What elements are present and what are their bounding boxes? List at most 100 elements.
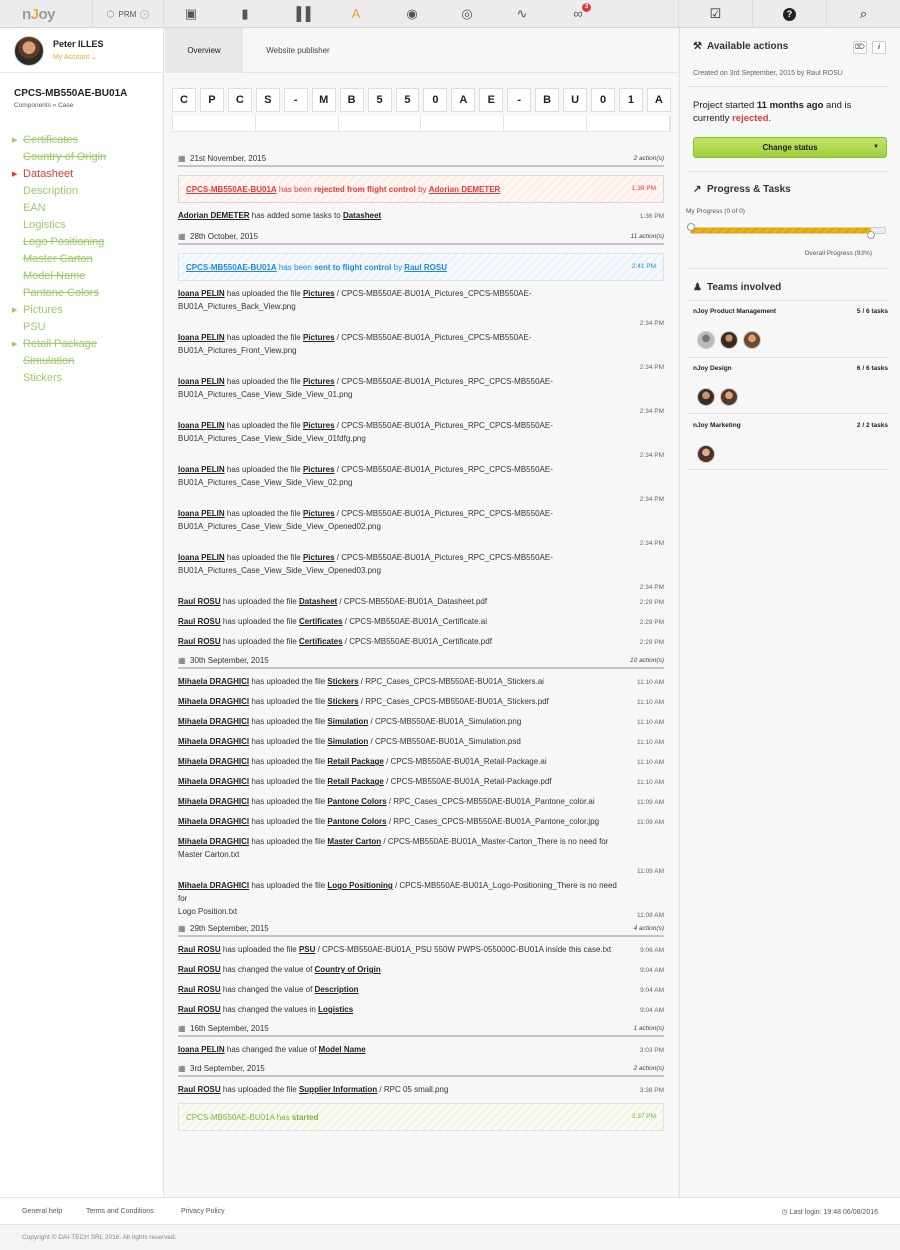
user-link[interactable]: Raul ROSU: [178, 965, 221, 974]
item-link[interactable]: Pictures: [303, 377, 335, 386]
item-link[interactable]: Pantone Colors: [327, 797, 386, 806]
member-avatar[interactable]: [697, 388, 715, 406]
info-icon[interactable]: i: [872, 41, 886, 54]
user-link[interactable]: Mihaela DRAGHICI: [178, 697, 249, 706]
project-link[interactable]: CPCS-MB550AE-BU01A: [186, 1113, 274, 1122]
nav-item-psu[interactable]: PSU: [10, 319, 160, 336]
nav-item-country-of-origin[interactable]: Country of Origin: [10, 149, 160, 166]
item-link[interactable]: Retail Package: [327, 777, 383, 786]
calendar-check-icon[interactable]: ☑: [678, 0, 752, 28]
tablet-icon[interactable]: ▮: [237, 6, 253, 22]
member-avatar[interactable]: [697, 445, 715, 463]
item-link[interactable]: Logo Positioning: [327, 881, 392, 890]
user-link[interactable]: Ioana PELIN: [178, 377, 225, 386]
item-link[interactable]: Stickers: [327, 697, 358, 706]
cube-icon[interactable]: ▣: [183, 6, 199, 22]
user-link[interactable]: Ioana PELIN: [178, 421, 225, 430]
nav-item-master-carton[interactable]: Master Carton: [10, 251, 160, 268]
expand-arrow-icon[interactable]: ▶: [12, 166, 17, 183]
link-icon[interactable]: ∞ 3: [570, 3, 591, 22]
user-link[interactable]: Ioana PELIN: [178, 553, 225, 562]
item-link[interactable]: Datasheet: [343, 211, 381, 220]
item-link[interactable]: Certificates: [299, 617, 343, 626]
item-link[interactable]: Description: [315, 985, 359, 994]
item-link[interactable]: Datasheet: [299, 597, 337, 606]
user-link[interactable]: Ioana PELIN: [178, 509, 225, 518]
nav-item-pictures[interactable]: ▶ Pictures: [10, 302, 160, 319]
terms-link[interactable]: Terms and Conditions: [86, 1208, 154, 1215]
item-link[interactable]: PSU: [299, 945, 315, 954]
item-link[interactable]: Master Carton: [327, 837, 381, 846]
nav-item-stickers[interactable]: Stickers: [10, 370, 160, 387]
user-link[interactable]: Raul ROSU: [404, 263, 447, 272]
item-link[interactable]: Pictures: [303, 509, 335, 518]
item-link[interactable]: Model Name: [319, 1045, 366, 1054]
item-link[interactable]: Stickers: [327, 677, 358, 686]
nav-item-retail-package[interactable]: ▶ Retail Package: [10, 336, 160, 353]
nav-item-datasheet[interactable]: ▶ Datasheet: [10, 166, 160, 183]
user-link[interactable]: Ioana PELIN: [178, 289, 225, 298]
user-link[interactable]: Mihaela DRAGHICI: [178, 837, 249, 846]
user-link[interactable]: Raul ROSU: [178, 617, 221, 626]
nav-item-logistics[interactable]: Logistics: [10, 217, 160, 234]
change-status-button[interactable]: Change status ▼: [693, 137, 887, 158]
user-link[interactable]: Adorian DEMETER: [178, 211, 250, 220]
expand-arrow-icon[interactable]: ▶: [12, 132, 17, 149]
privacy-link[interactable]: Privacy Policy: [181, 1208, 225, 1215]
avatar[interactable]: [14, 36, 44, 66]
expand-arrow-icon[interactable]: ▶: [12, 302, 17, 319]
user-link[interactable]: Raul ROSU: [178, 1085, 221, 1094]
user-link[interactable]: Raul ROSU: [178, 985, 221, 994]
user-link[interactable]: Raul ROSU: [178, 637, 221, 646]
user-link[interactable]: Ioana PELIN: [178, 333, 225, 342]
item-link[interactable]: Certificates: [299, 637, 343, 646]
project-link[interactable]: CPCS-MB550AE-BU01A: [186, 263, 277, 272]
user-link[interactable]: Raul ROSU: [178, 1005, 221, 1014]
user-link[interactable]: Ioana PELIN: [178, 1045, 225, 1054]
user-link[interactable]: Mihaela DRAGHICI: [178, 817, 249, 826]
expand-arrow-icon[interactable]: ▶: [12, 336, 17, 353]
item-link[interactable]: Simulation: [327, 717, 368, 726]
member-avatar[interactable]: [720, 331, 738, 349]
nav-item-description[interactable]: Description: [10, 183, 160, 200]
project-link[interactable]: CPCS-MB550AE-BU01A: [186, 185, 277, 194]
user-link[interactable]: Mihaela DRAGHICI: [178, 881, 249, 890]
user-link[interactable]: Adorian DEMETER: [429, 185, 501, 194]
my-account-link[interactable]: My Account ⌄: [53, 53, 97, 61]
item-link[interactable]: Pictures: [303, 553, 335, 562]
general-help-link[interactable]: General help: [22, 1208, 62, 1215]
user-link[interactable]: Ioana PELIN: [178, 465, 225, 474]
globe-icon[interactable]: ◎: [459, 6, 475, 22]
item-link[interactable]: Country of Origin: [315, 965, 381, 974]
help-icon[interactable]: ?: [752, 0, 826, 28]
item-link[interactable]: Pictures: [303, 465, 335, 474]
breadcrumb-components[interactable]: Components: [14, 102, 51, 109]
member-avatar[interactable]: [697, 331, 715, 349]
user-link[interactable]: Mihaela DRAGHICI: [178, 737, 249, 746]
user-link[interactable]: Raul ROSU: [178, 597, 221, 606]
item-link[interactable]: Logistics: [318, 1005, 353, 1014]
item-link[interactable]: Supplier Information: [299, 1085, 377, 1094]
broadcast-icon[interactable]: ◉: [404, 6, 420, 22]
member-avatar[interactable]: [743, 331, 761, 349]
nav-item-model-name[interactable]: Model Name: [10, 268, 160, 285]
nav-item-logo-positioning[interactable]: Logo Positioning: [10, 234, 160, 251]
item-link[interactable]: Simulation: [327, 737, 368, 746]
nav-item-certificates[interactable]: ▶ Certificates: [10, 132, 160, 149]
nav-item-simulation[interactable]: Simulation: [10, 353, 160, 370]
barcode-icon[interactable]: ▐▐: [292, 6, 310, 22]
font-icon[interactable]: A: [348, 6, 364, 22]
nav-item-pantone-colors[interactable]: Pantone Colors: [10, 285, 160, 302]
item-link[interactable]: Pictures: [303, 333, 335, 342]
search-icon[interactable]: ⌕: [826, 0, 900, 28]
tab-website-publisher[interactable]: Website publisher: [243, 28, 353, 73]
logo[interactable]: nJoy: [22, 6, 56, 23]
user-link[interactable]: Mihaela DRAGHICI: [178, 777, 249, 786]
module-selector[interactable]: ⬡ PRM ⌄: [92, 0, 164, 28]
pulse-icon[interactable]: ∿: [514, 6, 530, 22]
item-link[interactable]: Retail Package: [327, 757, 383, 766]
user-link[interactable]: Mihaela DRAGHICI: [178, 797, 249, 806]
item-link[interactable]: Pictures: [303, 289, 335, 298]
user-link[interactable]: Mihaela DRAGHICI: [178, 677, 249, 686]
breadcrumb-case[interactable]: Case: [58, 102, 73, 109]
